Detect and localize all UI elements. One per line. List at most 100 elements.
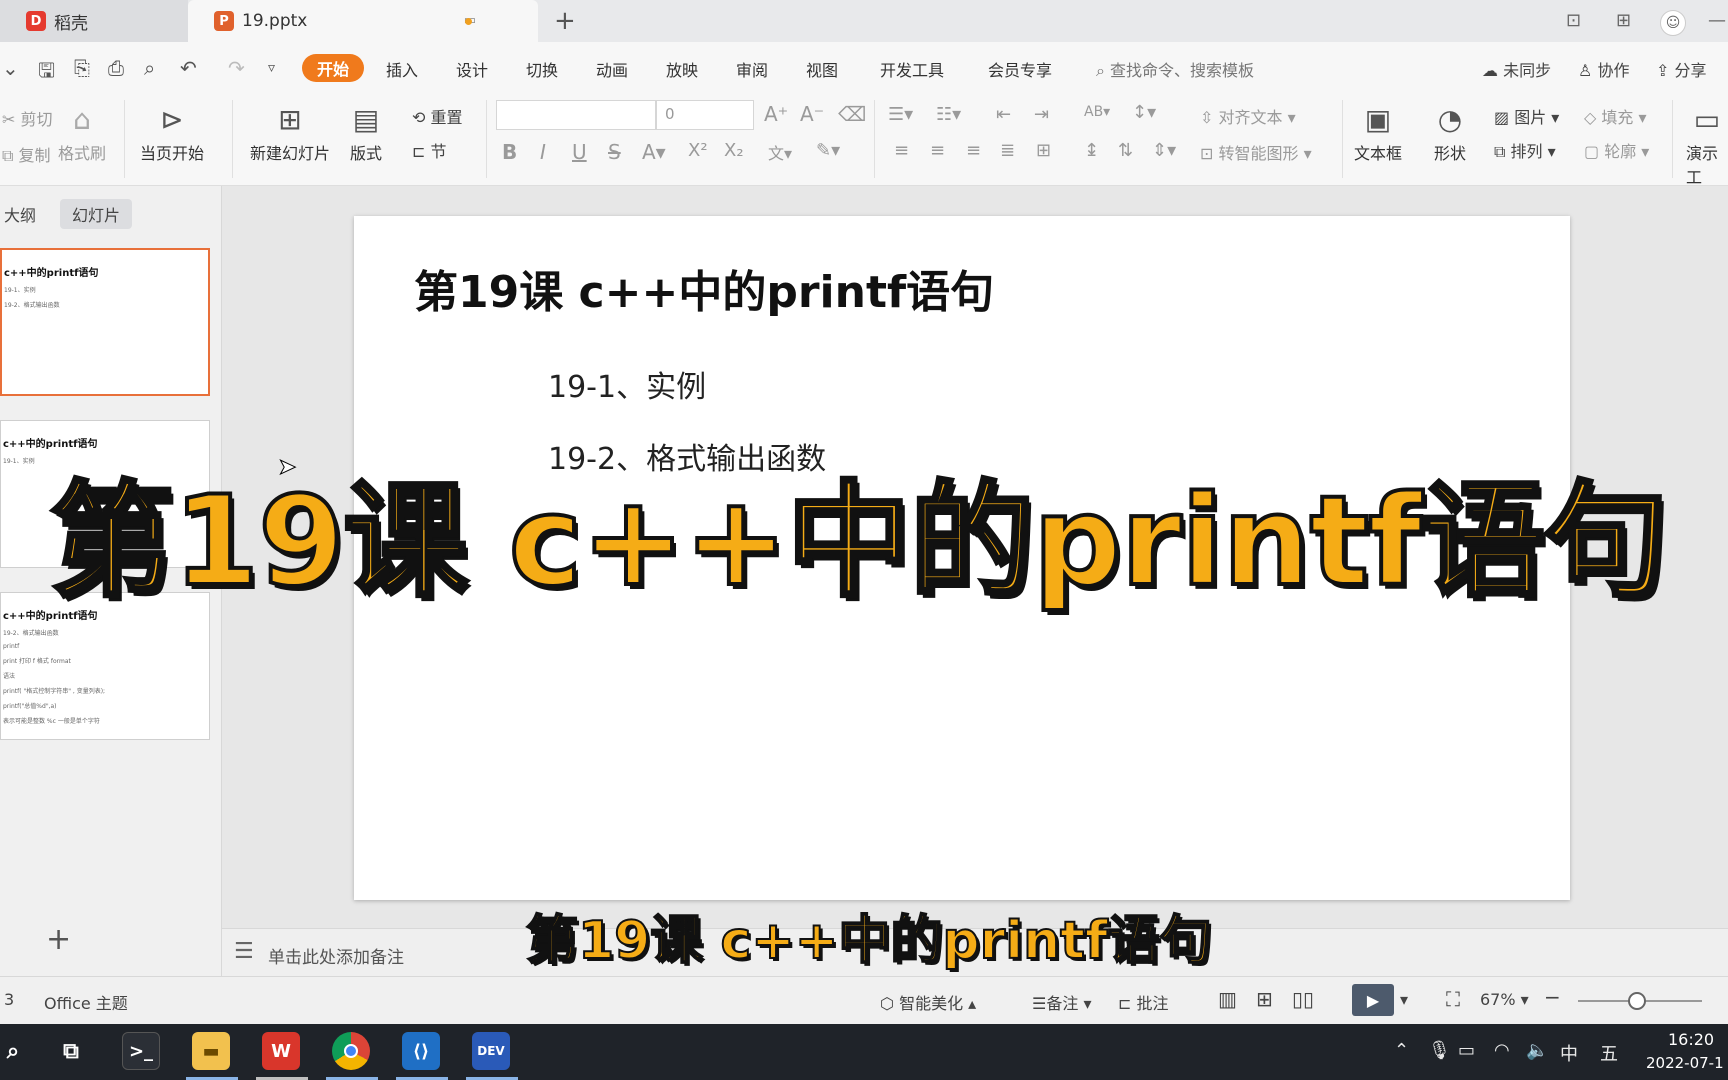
bold-icon[interactable]: B — [502, 140, 517, 164]
ime-mode[interactable]: 五 — [1600, 1040, 1618, 1066]
align-right-icon[interactable]: ≡ — [966, 140, 981, 161]
menu-slideshow[interactable]: 放映 — [666, 57, 698, 81]
share-button[interactable]: ⇪ 分享 — [1656, 57, 1707, 81]
present-tool-button[interactable]: ▭ 演示工 — [1686, 100, 1728, 188]
theme-name[interactable]: Office 主题 — [44, 990, 128, 1014]
strikethrough-icon[interactable]: S — [608, 140, 621, 164]
zoom-level[interactable]: 67% ▾ — [1480, 990, 1529, 1009]
chevron-up-icon[interactable]: ⌃ — [1394, 1040, 1409, 1061]
beautify-button[interactable]: ⬡ 智能美化 ▴ — [880, 990, 976, 1014]
play-slideshow-button[interactable]: ▶ — [1352, 984, 1394, 1016]
line-spacing-icon[interactable]: ↨ — [1084, 140, 1099, 161]
menu-developer[interactable]: 开发工具 — [880, 57, 944, 81]
menu-design[interactable]: 设计 — [456, 57, 488, 81]
underline-icon[interactable]: U — [572, 140, 587, 164]
slide-thumbnail-1[interactable]: c++中的printf语句 19-1、实例 19-2、格式输出函数 — [0, 248, 210, 396]
shape-button[interactable]: ◔ 形状 — [1434, 100, 1466, 164]
menu-transitions[interactable]: 切换 — [526, 57, 558, 81]
align-text-button[interactable]: ⇳ 对齐文本 ▾ — [1200, 104, 1296, 128]
textbox-button[interactable]: ▣ 文本框 — [1354, 100, 1402, 164]
collaborate-button[interactable]: ♙ 协作 — [1578, 57, 1629, 81]
menu-insert[interactable]: 插入 — [386, 57, 418, 81]
volume-icon[interactable]: 🔈 — [1526, 1040, 1548, 1061]
font-size-select[interactable]: 0 — [656, 100, 754, 130]
spacing-options-icon[interactable]: ⇕▾ — [1152, 140, 1176, 161]
justify-icon[interactable]: ≣ — [1000, 140, 1015, 161]
text-direction-icon[interactable]: AB▾ — [1084, 104, 1110, 120]
zoom-out-icon[interactable]: − — [1544, 985, 1561, 1009]
decrease-indent-icon[interactable]: ⇤ — [996, 104, 1011, 125]
distribute-icon[interactable]: ⊞ — [1036, 140, 1051, 161]
chrome-icon[interactable] — [332, 1032, 370, 1070]
align-center-icon[interactable]: ≡ — [930, 140, 945, 161]
search-icon[interactable]: ⌕ — [0, 1032, 32, 1070]
slide-title[interactable]: 第19课 c++中的printf语句 — [414, 256, 994, 320]
new-tab-button[interactable]: + — [554, 6, 576, 36]
font-family-select[interactable] — [496, 100, 656, 130]
wps-office-icon[interactable]: W — [262, 1032, 300, 1070]
normal-view-icon[interactable]: ▥ — [1218, 987, 1237, 1011]
ime-language[interactable]: 中 — [1560, 1040, 1578, 1066]
clock-date[interactable]: 2022-07-1 — [1646, 1054, 1724, 1072]
font-color-icon[interactable]: A▾ — [642, 140, 666, 164]
paragraph-spacing-icon[interactable]: ⇅ — [1118, 140, 1133, 161]
tab-outline[interactable]: 大纲 — [4, 202, 36, 226]
subscript-icon[interactable]: X₂ — [724, 140, 744, 161]
layout-button[interactable]: ▤ 版式 — [350, 100, 382, 164]
outline-button[interactable]: ▢ 轮廓 ▾ — [1584, 138, 1649, 162]
microphone-icon[interactable]: 🎙 — [1428, 1040, 1451, 1061]
play-options-icon[interactable]: ▾ — [1400, 990, 1408, 1009]
new-slide-button[interactable]: ⊞ 新建幻灯片 — [250, 100, 330, 164]
minimize-icon[interactable]: — — [1708, 10, 1726, 31]
file-explorer-icon[interactable]: ▬ — [192, 1032, 230, 1070]
undo-icon[interactable]: ↶ — [180, 56, 197, 80]
bullets-icon[interactable]: ☰▾ — [888, 104, 913, 125]
format-painter-button[interactable]: ⌂ 格式刷 — [58, 100, 106, 164]
superscript-icon[interactable]: X² — [688, 140, 708, 161]
tab-slides[interactable]: 幻灯片 — [60, 199, 133, 229]
italic-icon[interactable]: I — [540, 140, 546, 164]
command-search[interactable]: ⌕ 查找命令、搜索模板 — [1096, 57, 1254, 81]
arrange-button[interactable]: ⧉ 排列 ▾ — [1494, 138, 1556, 162]
menu-home-active[interactable]: 开始 — [302, 54, 364, 82]
fill-button[interactable]: ◇ 填充 ▾ — [1584, 104, 1647, 128]
sync-status-button[interactable]: ☁ 未同步 — [1482, 57, 1551, 81]
clear-format-icon[interactable]: ⌫ — [838, 102, 866, 126]
battery-icon[interactable]: ▭ — [1458, 1040, 1475, 1061]
tab-document[interactable]: P 19.pptx ▭ — [188, 0, 538, 42]
customize-toolbar-icon[interactable]: ▿ — [268, 60, 275, 76]
align-left-icon[interactable]: ≡ — [894, 140, 909, 161]
export-pdf-icon[interactable]: ⎘ — [74, 56, 90, 80]
font-shrink-icon[interactable]: A⁻ — [800, 102, 824, 126]
zoom-slider-handle[interactable] — [1628, 992, 1646, 1010]
menu-view[interactable]: 视图 — [806, 57, 838, 81]
reading-view-icon[interactable]: ▯▯ — [1292, 987, 1314, 1011]
user-avatar[interactable]: ☺ — [1660, 10, 1686, 36]
task-view-icon[interactable]: ⧉ — [52, 1032, 90, 1070]
font-grow-icon[interactable]: A⁺ — [764, 102, 788, 126]
menu-review[interactable]: 审阅 — [736, 57, 768, 81]
section-button[interactable]: ⊏ 节 — [412, 138, 447, 162]
sort-icon[interactable]: ↕▾ — [1132, 102, 1156, 123]
slide-bullet[interactable]: 19-1、实例 — [548, 362, 706, 406]
play-from-current-button[interactable]: ⊳ 当页开始 — [140, 100, 204, 164]
tab-docer-home[interactable]: D 稻壳 — [0, 0, 188, 42]
menu-member[interactable]: 会员专享 — [988, 57, 1052, 81]
cut-button[interactable]: ✂ 剪切 — [2, 106, 53, 130]
redo-icon[interactable]: ↷ — [228, 56, 245, 80]
wifi-icon[interactable]: ◠ — [1494, 1040, 1510, 1061]
phonetic-icon[interactable]: 文▾ — [768, 140, 792, 164]
print-icon[interactable]: ⎙ — [108, 56, 124, 80]
apps-grid-icon[interactable]: ⊞ — [1616, 10, 1631, 31]
print-preview-icon[interactable]: ⌕ — [144, 56, 155, 80]
clock-time[interactable]: 16:20 — [1668, 1030, 1714, 1049]
reset-button[interactable]: ⟲ 重置 — [412, 104, 463, 128]
increase-indent-icon[interactable]: ⇥ — [1034, 104, 1049, 125]
numbering-icon[interactable]: ☷▾ — [936, 104, 961, 125]
chevron-down-icon[interactable]: ⌄ — [2, 56, 19, 80]
add-slide-button[interactable]: + — [46, 922, 71, 957]
menu-animations[interactable]: 动画 — [596, 57, 628, 81]
devcpp-icon[interactable]: DEV — [472, 1032, 510, 1070]
copy-button[interactable]: ⧉ 复制 — [2, 142, 51, 166]
slide-sorter-icon[interactable]: ⊞ — [1256, 987, 1273, 1011]
